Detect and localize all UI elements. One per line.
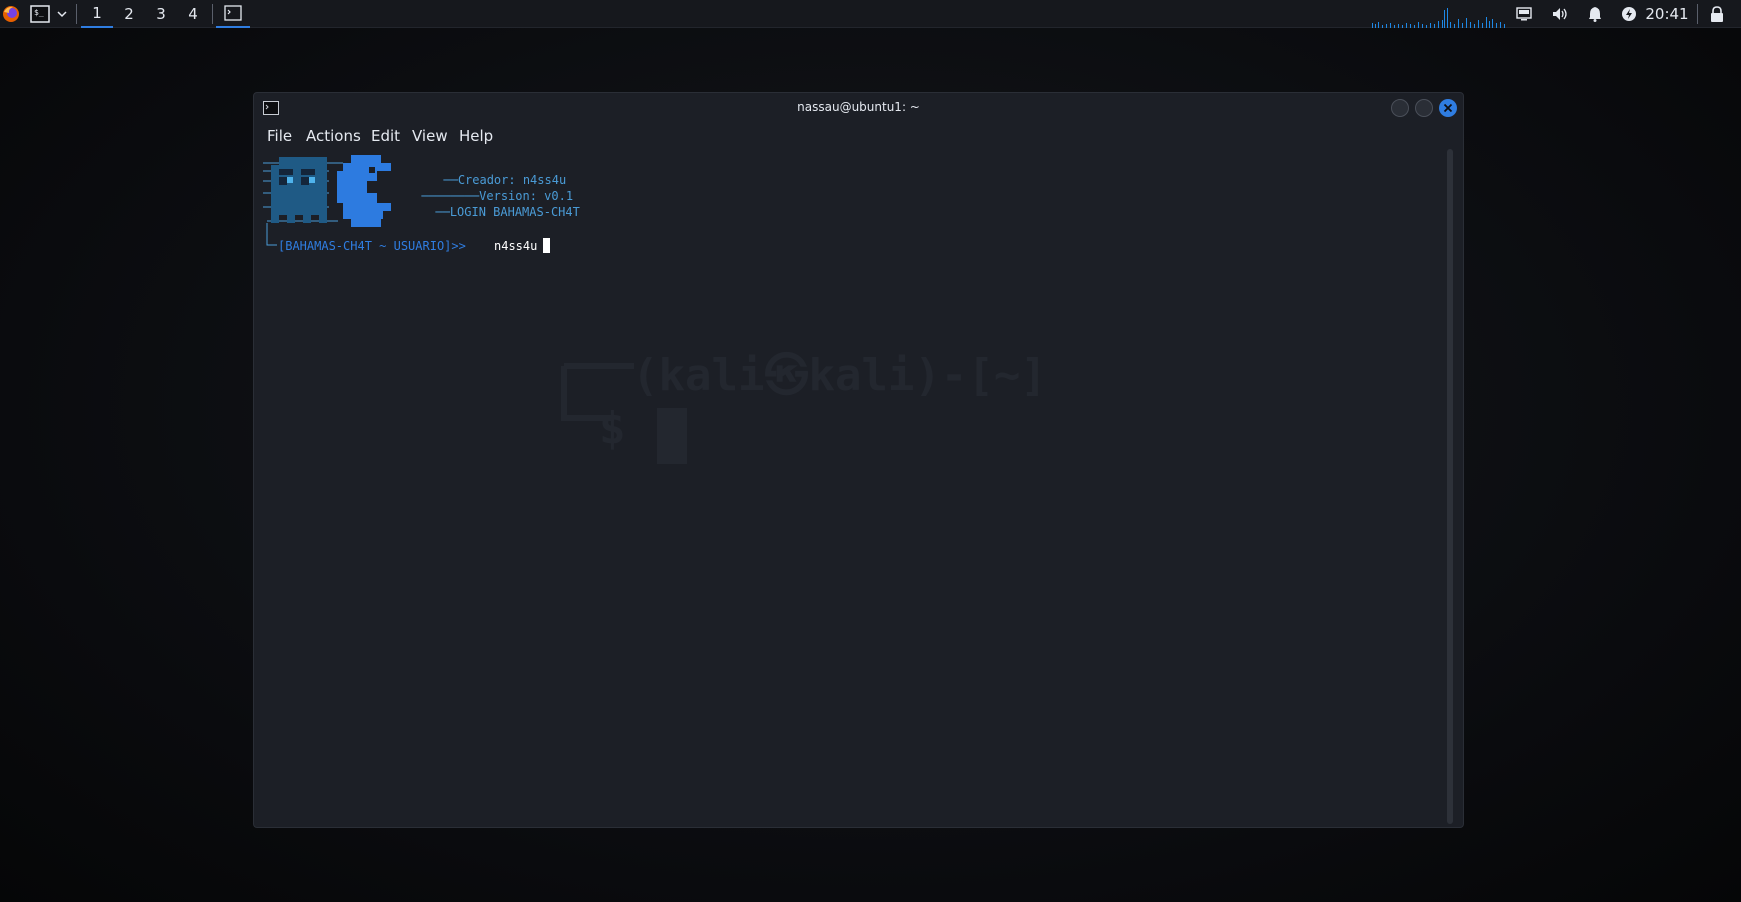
workspace-2[interactable]: 2 <box>113 0 145 28</box>
banner-login: ──LOGIN BAHAMAS-CH4T <box>435 205 580 219</box>
terminal-window: nassau@ubuntu1: ~ File Actions Edit View… <box>253 92 1464 828</box>
window-titlebar[interactable]: nassau@ubuntu1: ~ <box>254 93 1463 123</box>
menu-actions[interactable]: Actions <box>306 127 361 145</box>
menu-view[interactable]: View <box>412 127 448 145</box>
menu-bar: File Actions Edit View Help <box>254 123 1463 149</box>
workspace-4[interactable]: 4 <box>177 0 209 28</box>
taskbar-separator <box>1697 4 1698 24</box>
menu-file[interactable]: File <box>267 127 292 145</box>
taskbar: $_ 1 2 3 4 20:41 <box>0 0 1741 28</box>
taskbar-terminal-window[interactable] <box>216 0 250 28</box>
terminal-input-text[interactable]: n4ss4u <box>494 239 537 253</box>
menu-help[interactable]: Help <box>459 127 493 145</box>
clock[interactable]: 20:41 <box>1645 0 1689 28</box>
lock-icon[interactable] <box>1706 0 1728 28</box>
menu-edit[interactable]: Edit <box>371 127 400 145</box>
display-icon[interactable] <box>1513 0 1535 28</box>
terminal-content[interactable]: ──Creador: n4ss4u ────────Version: v0.1 … <box>263 149 1443 819</box>
terminal-prompt: [BAHAMAS-CH4T ~ USUARIO]>> <box>278 239 466 253</box>
taskbar-separator <box>212 4 213 24</box>
window-title: nassau@ubuntu1: ~ <box>797 100 920 114</box>
workspace-3[interactable]: 3 <box>145 0 177 28</box>
close-button[interactable] <box>1439 99 1457 117</box>
ghost-sprite <box>271 157 327 223</box>
svg-text:$_: $_ <box>34 8 44 17</box>
text-cursor <box>543 238 550 253</box>
volume-icon[interactable] <box>1549 0 1571 28</box>
power-manager-icon[interactable] <box>1618 0 1640 28</box>
workspace-1[interactable]: 1 <box>81 0 113 28</box>
firefox-icon[interactable] <box>0 0 22 28</box>
chevron-down-icon[interactable] <box>55 0 69 28</box>
taskbar-separator <box>76 4 77 24</box>
bell-icon[interactable] <box>1584 0 1606 28</box>
terminal-scrollbar[interactable] <box>1447 149 1453 824</box>
cpu-usage-graph[interactable] <box>1370 0 1508 28</box>
minimize-button[interactable] <box>1391 99 1409 117</box>
close-icon <box>1443 103 1453 113</box>
terminal-launcher-icon[interactable]: $_ <box>28 0 52 28</box>
maximize-button[interactable] <box>1415 99 1433 117</box>
